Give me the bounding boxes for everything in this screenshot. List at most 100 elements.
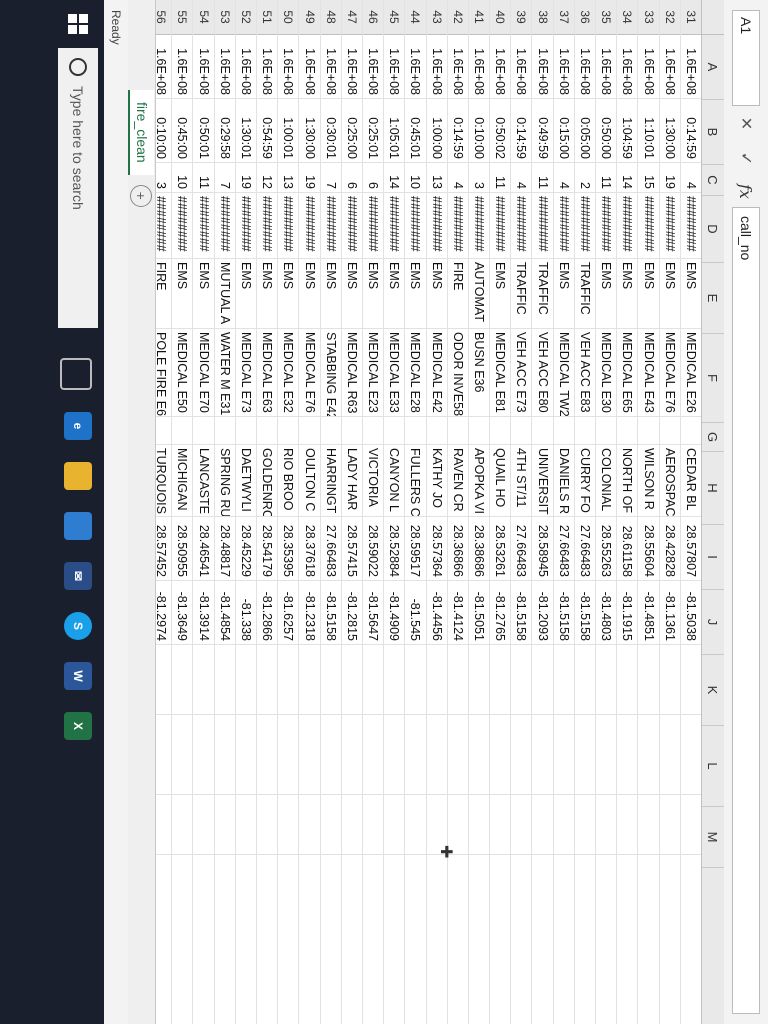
cell-k[interactable] <box>257 645 278 715</box>
cell-h[interactable]: GOLDENRC <box>257 445 278 517</box>
cell-i[interactable]: 28.58945 <box>532 517 553 581</box>
word-icon[interactable]: W <box>64 662 92 690</box>
cell-e[interactable]: EMS <box>617 259 638 329</box>
sheet-tab-fire-clean[interactable]: fire_clean <box>128 90 154 175</box>
cell-d[interactable]: ######## <box>596 193 617 259</box>
cell-i[interactable]: 28.37618 <box>299 517 320 581</box>
cell-d[interactable]: ######## <box>363 193 384 259</box>
cell-m[interactable] <box>511 795 532 855</box>
taskbar-search[interactable]: Type here to search <box>58 48 98 328</box>
column-header-h[interactable]: H <box>702 452 724 525</box>
cell-j[interactable]: -81.2815 <box>341 581 362 645</box>
cell-i[interactable]: 27.66483 <box>320 517 341 581</box>
cell-a[interactable]: 1.6E+08 <box>553 35 574 99</box>
cell-k[interactable] <box>193 645 214 715</box>
cell-m[interactable] <box>638 795 659 855</box>
cell-a[interactable]: 1.6E+08 <box>299 35 320 99</box>
cell-e[interactable]: EMS <box>320 259 341 329</box>
cell-i[interactable]: 28.55263 <box>596 517 617 581</box>
cell-a[interactable]: 1.6E+08 <box>278 35 299 99</box>
cell-k[interactable] <box>638 645 659 715</box>
cell-m[interactable] <box>574 795 596 855</box>
cell-e[interactable]: EMS <box>490 259 511 329</box>
cell-m[interactable] <box>341 795 362 855</box>
cell-i[interactable]: 28.45229 <box>235 517 257 581</box>
cell-d[interactable]: ######## <box>299 193 320 259</box>
cell-b[interactable]: 1:04:59 <box>617 99 638 163</box>
cell-j[interactable]: -81.4803 <box>596 581 617 645</box>
column-header-k[interactable]: K <box>702 655 724 726</box>
row-header[interactable]: 54 <box>193 0 214 35</box>
cell-k[interactable] <box>426 645 447 715</box>
cell-g[interactable] <box>193 417 214 445</box>
cell-c[interactable]: 4 <box>447 163 468 193</box>
cell-a[interactable]: 1.6E+08 <box>659 35 680 99</box>
cell-b[interactable]: 0:25:01 <box>363 99 384 163</box>
cell-j[interactable]: -81.5038 <box>680 581 701 645</box>
cell-c[interactable]: 3 <box>468 163 490 193</box>
cell-b[interactable]: 0:45:01 <box>405 99 426 163</box>
cell-b[interactable]: 0:45:00 <box>172 99 193 163</box>
cell-c[interactable]: 4 <box>511 163 532 193</box>
cell-l[interactable] <box>659 715 680 795</box>
cell-e[interactable]: EMS <box>405 259 426 329</box>
cell-c[interactable]: 11 <box>596 163 617 193</box>
cell-g[interactable] <box>659 417 680 445</box>
column-header-l[interactable]: L <box>702 726 724 807</box>
cell-k[interactable] <box>511 645 532 715</box>
cell-k[interactable] <box>214 645 235 715</box>
cell-m[interactable] <box>617 795 638 855</box>
cell-i[interactable]: 28.59022 <box>363 517 384 581</box>
cell-j[interactable]: -81.338 <box>235 581 257 645</box>
cell-e[interactable]: EMS <box>659 259 680 329</box>
cell-a[interactable]: 1.6E+08 <box>341 35 362 99</box>
cell-d[interactable]: ######## <box>490 193 511 259</box>
cell-i[interactable]: 28.38686 <box>468 517 490 581</box>
cell-c[interactable]: 13 <box>278 163 299 193</box>
cell-j[interactable]: -81.1915 <box>617 581 638 645</box>
cell-h[interactable]: VICTORIA <box>363 445 384 517</box>
cell-c[interactable]: 11 <box>490 163 511 193</box>
cell-l[interactable] <box>638 715 659 795</box>
cell-d[interactable]: ######## <box>659 193 680 259</box>
cell-e[interactable]: EMS <box>257 259 278 329</box>
cell-m[interactable] <box>384 795 405 855</box>
cell-m[interactable] <box>320 795 341 855</box>
cell-a[interactable]: 1.6E+08 <box>257 35 278 99</box>
column-header-m[interactable]: M <box>702 807 724 868</box>
cell-m[interactable] <box>532 795 553 855</box>
cell-h[interactable]: FULLERS C <box>405 445 426 517</box>
row-header[interactable]: 55 <box>172 0 193 35</box>
cell-l[interactable] <box>574 715 596 795</box>
cell-m[interactable] <box>278 795 299 855</box>
cell-b[interactable]: 1:30:01 <box>235 99 257 163</box>
row-header[interactable]: 40 <box>490 0 511 35</box>
row-header[interactable]: 31 <box>680 0 701 35</box>
cell-e[interactable]: FIRE <box>447 259 468 329</box>
edge-icon[interactable]: e <box>64 412 92 440</box>
cell-l[interactable] <box>299 715 320 795</box>
cell-g[interactable] <box>363 417 384 445</box>
cell-i[interactable]: 28.57415 <box>341 517 362 581</box>
cell-l[interactable] <box>341 715 362 795</box>
cell-g[interactable] <box>596 417 617 445</box>
cell-g[interactable] <box>468 417 490 445</box>
cell-b[interactable]: 0:29:58 <box>214 99 235 163</box>
cell-d[interactable]: ######## <box>574 193 596 259</box>
cell-e[interactable]: AUTOMAT <box>468 259 490 329</box>
cell-h[interactable]: OULTON C <box>299 445 320 517</box>
cell-l[interactable] <box>172 715 193 795</box>
store-icon[interactable] <box>64 512 92 540</box>
cell-c[interactable]: 13 <box>426 163 447 193</box>
cell-g[interactable] <box>299 417 320 445</box>
cell-i[interactable]: 28.53261 <box>490 517 511 581</box>
cell-b[interactable]: 0:10:00 <box>468 99 490 163</box>
row-header[interactable]: 34 <box>617 0 638 35</box>
cell-h[interactable]: 4TH ST/11 <box>511 445 532 517</box>
cell-g[interactable] <box>511 417 532 445</box>
cell-k[interactable] <box>384 645 405 715</box>
cell-l[interactable] <box>680 715 701 795</box>
cell-a[interactable]: 1.6E+08 <box>490 35 511 99</box>
cell-j[interactable]: -81.3914 <box>193 581 214 645</box>
cell-m[interactable] <box>553 795 574 855</box>
